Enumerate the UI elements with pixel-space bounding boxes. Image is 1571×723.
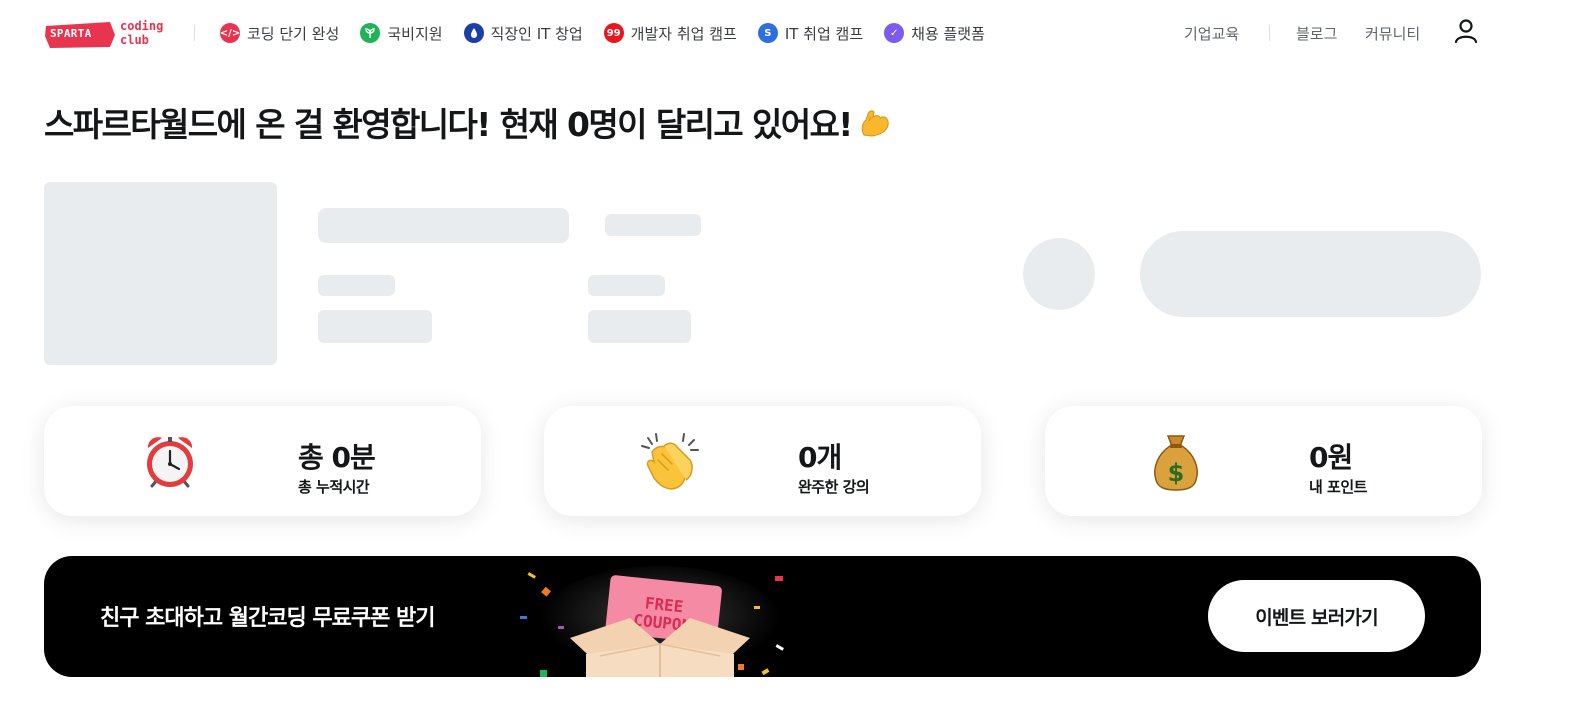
- sparta-coding-club-logo[interactable]: SPARTA coding club: [44, 16, 172, 56]
- label-skeleton: [588, 275, 665, 296]
- blog-link[interactable]: 블로그: [1296, 23, 1337, 44]
- profile-image-skeleton: [44, 182, 277, 365]
- label-skeleton: [318, 275, 395, 296]
- points-value: 0원: [1309, 441, 1353, 474]
- button-skeleton: [1140, 231, 1481, 317]
- top-header: SPARTA coding club </> 코딩 단기 완성 국비지원 직장인…: [0, 0, 1571, 68]
- title-skeleton: [318, 208, 569, 243]
- s-badge-icon: S: [757, 23, 778, 43]
- right-nav-community: 커뮤니티: [1365, 22, 1420, 44]
- right-nav-links: 블로그: [1296, 22, 1337, 44]
- value-skeleton: [588, 310, 691, 343]
- logo-line-1: coding: [120, 19, 164, 33]
- welcome-greeting: 스파르타월드에 온 걸 환영합니다! 현재 0명이 달리고 있어요!: [44, 100, 892, 144]
- stat-card-points: $ 0원 내 포인트: [1045, 406, 1482, 516]
- money-bag-icon: $: [1154, 435, 1198, 491]
- banner-text: 친구 초대하고 월간코딩 무료쿠폰 받기: [100, 606, 435, 631]
- user-icon[interactable]: [1453, 18, 1479, 44]
- value-skeleton: [318, 310, 432, 343]
- nav-label: 국비지원: [387, 24, 443, 43]
- nav-label: 채용 플랫폼: [911, 24, 985, 43]
- tag-skeleton: [605, 214, 701, 236]
- 99-badge-icon: 99: [603, 23, 624, 43]
- avatar-skeleton: [1023, 238, 1095, 310]
- view-event-button[interactable]: 이벤트 보러가기: [1208, 580, 1425, 652]
- nav-item-dev-camp[interactable]: 99 개발자 취업 캠프: [603, 23, 737, 44]
- nav-item-it-camp[interactable]: S IT 취업 캠프: [757, 23, 864, 44]
- nav-item-short-course[interactable]: </> 코딩 단기 완성: [220, 23, 339, 44]
- corporate-education-link[interactable]: 기업교육: [1184, 23, 1239, 44]
- referral-coupon-banner[interactable]: 친구 초대하고 월간코딩 무료쿠폰 받기 FREE COUPON 이벤트 보러가…: [44, 556, 1481, 677]
- header-divider: [1269, 25, 1270, 41]
- logo-line-2: club: [120, 33, 149, 47]
- sprout-icon: [360, 23, 381, 43]
- community-link[interactable]: 커뮤니티: [1365, 23, 1420, 44]
- header-divider: [194, 25, 195, 41]
- completed-courses-value: 0개: [798, 441, 842, 474]
- stat-card-completed-courses: 0개 완주한 강의: [544, 406, 981, 516]
- right-nav: 기업교육: [1184, 22, 1239, 44]
- nav-item-gov-support[interactable]: 국비지원: [360, 23, 443, 44]
- coupon-box-icon: FREE COUPON: [520, 566, 784, 677]
- stat-card-total-time: 총 0분 총 누적시간: [44, 406, 481, 516]
- total-time-value: 총 0분: [298, 441, 376, 474]
- flame-icon: [463, 23, 484, 43]
- logo-wordmark: coding club: [120, 19, 163, 47]
- nav-item-hiring[interactable]: ✓ 채용 플랫폼: [884, 23, 985, 44]
- total-time-label: 총 누적시간: [298, 478, 370, 496]
- check-badge-icon: ✓: [884, 23, 905, 43]
- alarm-clock-icon: [147, 437, 193, 488]
- code-icon: </>: [220, 23, 240, 43]
- clapping-hands-icon: [641, 433, 699, 490]
- nav-label: 코딩 단기 완성: [247, 24, 340, 43]
- nav-item-startup[interactable]: 직장인 IT 창업: [463, 23, 583, 44]
- points-label: 내 포인트: [1309, 478, 1367, 496]
- nav-label: IT 취업 캠프: [784, 24, 864, 43]
- nav-label: 개발자 취업 캠프: [630, 24, 737, 43]
- flexed-biceps-icon: [861, 110, 889, 137]
- main-nav: </> 코딩 단기 완성 국비지원 직장인 IT 창업 99 개발자 취업 캠프…: [220, 22, 985, 44]
- greeting-text: 스파르타월드에 온 걸 환영합니다! 현재 0명이 달리고 있어요!: [44, 105, 853, 144]
- logo-badge-text: SPARTA: [50, 27, 92, 40]
- svg-text:$: $: [1168, 459, 1185, 487]
- nav-label: 직장인 IT 창업: [490, 24, 583, 43]
- completed-courses-label: 완주한 강의: [798, 478, 870, 496]
